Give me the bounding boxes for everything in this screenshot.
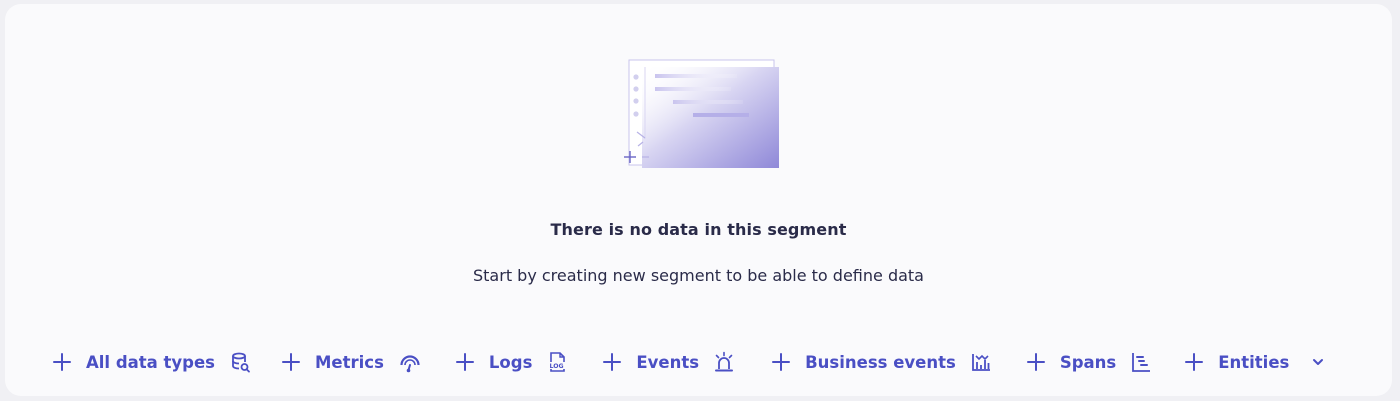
plus-icon [53,353,71,371]
plus-icon [772,353,791,371]
add-spans-button[interactable]: Spans [1026,342,1152,382]
svg-text:LOG: LOG [550,363,564,370]
action-label: Entities [1218,352,1290,372]
action-label: All data types [86,352,216,372]
chevron-down-icon[interactable] [1311,355,1325,369]
empty-state-subtitle: Start by creating new segment to be able… [473,266,924,285]
empty-segment-panel: There is no data in this segment Start b… [5,4,1392,396]
action-label: Logs [488,352,533,372]
add-business-events-button[interactable]: Business events [771,342,992,382]
log-file-icon: LOG [548,352,566,372]
add-data-type-toolbar: All data types Metrics Logs LOG Events B… [52,342,1325,382]
add-logs-button[interactable]: Logs LOG [455,342,568,382]
plus-icon [455,353,474,371]
plus-icon [282,353,301,371]
action-label: Metrics [315,352,384,372]
empty-state-title: There is no data in this segment [550,220,847,239]
siren-icon [715,351,734,372]
add-metrics-button[interactable]: Metrics [281,342,422,382]
action-label: Events [636,352,700,372]
spans-icon [1132,353,1151,372]
database-icon [232,352,250,373]
bar-chart-icon [971,354,990,371]
add-entities-button[interactable]: Entities [1184,342,1289,382]
add-all-data-types-button[interactable]: All data types [52,342,251,382]
action-label: Spans [1059,352,1117,372]
plus-icon [1185,353,1204,371]
gauge-icon [400,355,420,373]
plus-icon [603,353,622,371]
action-label: Business events [805,352,956,372]
plus-icon [1026,353,1045,371]
empty-segment-illustration [624,59,779,168]
add-events-button[interactable]: Events [602,342,735,382]
